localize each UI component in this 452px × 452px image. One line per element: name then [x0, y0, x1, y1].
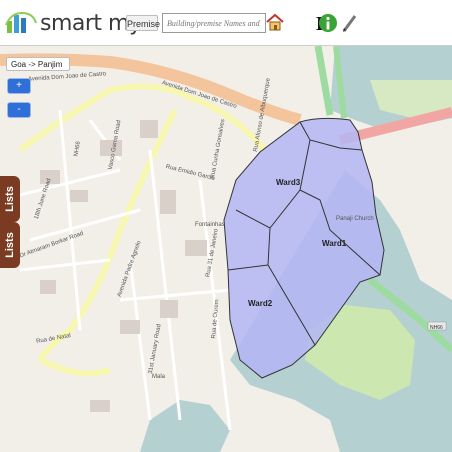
premise-button[interactable]: Premise [126, 15, 160, 31]
info-icon[interactable] [318, 13, 338, 33]
smart-my-logo-icon [5, 11, 37, 33]
home-icon[interactable] [266, 13, 284, 31]
premise-search-input[interactable] [162, 13, 266, 33]
map-view[interactable]: NH66 Ward3 Ward1 Ward2 Avenida Dom Joao … [0, 46, 452, 452]
place-label: Panaji Church [336, 216, 374, 222]
svg-text:NH66: NH66 [430, 325, 443, 331]
lists-side-tab[interactable]: Lists [0, 176, 20, 222]
place-label: Fontainhas [195, 222, 225, 228]
ward2-label: Ward2 [248, 299, 273, 308]
location-breadcrumb: Goa -> Panjim [6, 57, 70, 71]
pencil-icon[interactable] [340, 13, 358, 33]
lists-side-tab-label: Lists [4, 186, 16, 212]
lists-tab[interactable]: Lists [0, 222, 20, 268]
lists-tab-label: Lists [4, 232, 16, 258]
zoom-in-button[interactable]: + [7, 78, 31, 94]
top-toolbar: smart my Premise L [0, 0, 452, 46]
place-label: Mala [152, 374, 166, 380]
ward3-label: Ward3 [276, 178, 301, 187]
zoom-out-button[interactable]: - [7, 102, 31, 118]
ward1-label: Ward1 [322, 239, 347, 248]
